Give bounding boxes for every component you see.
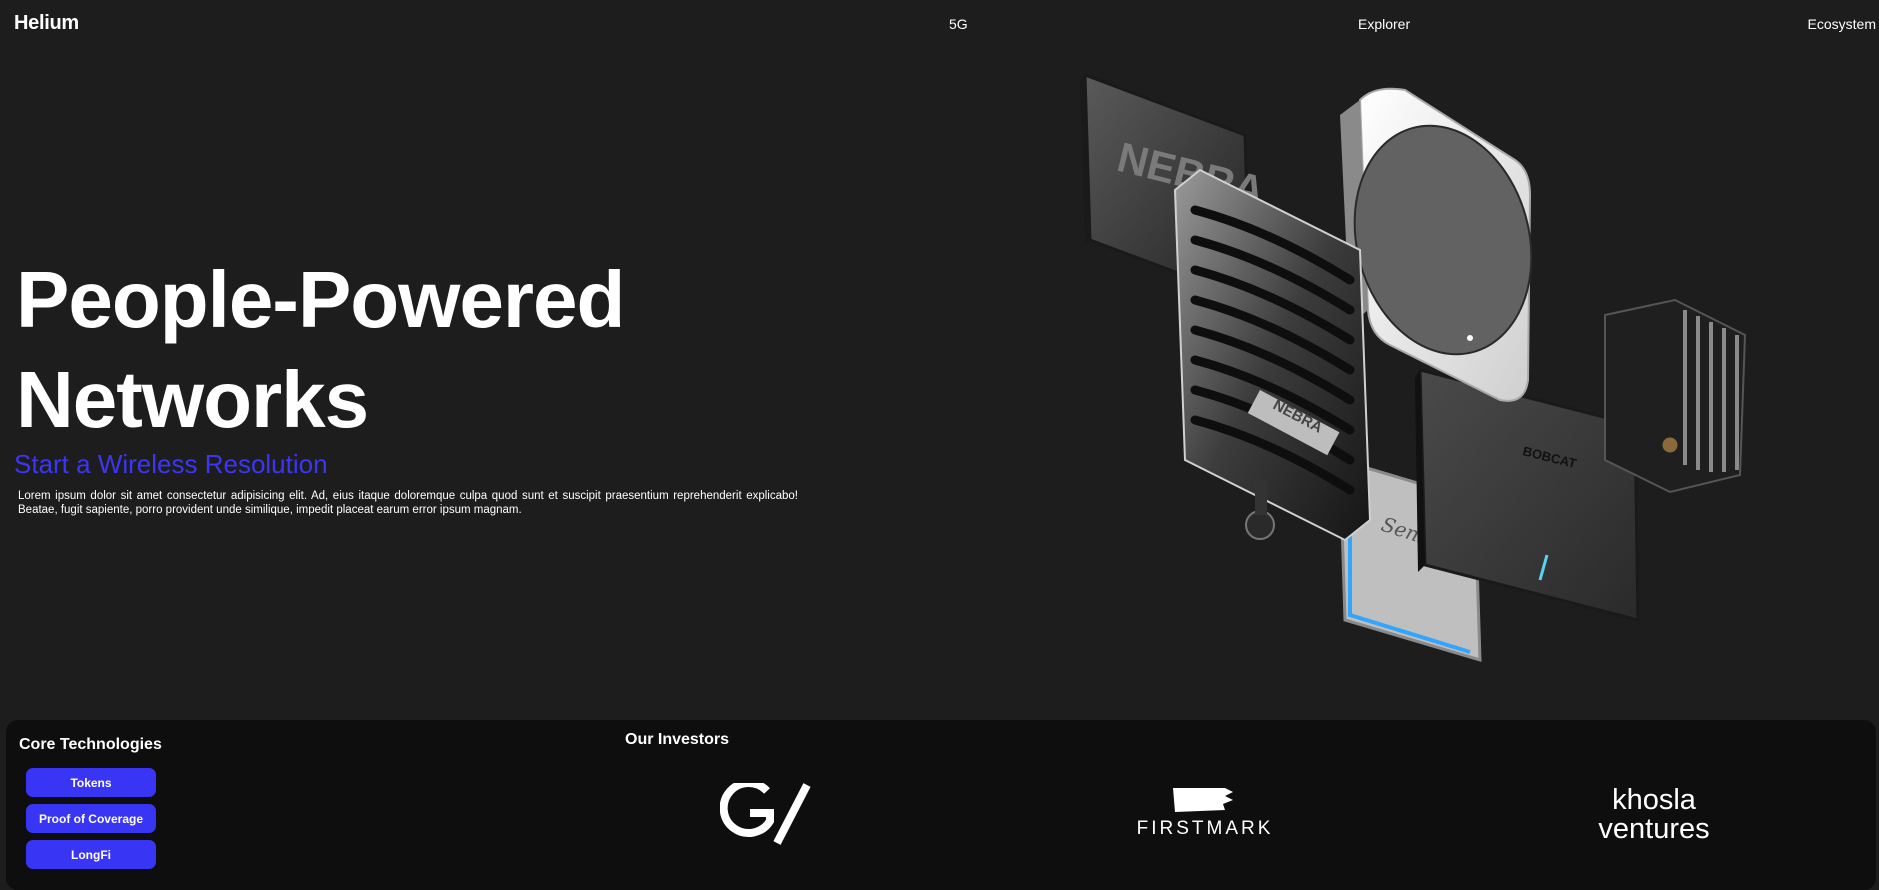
hero-title-line-1: People-Powered xyxy=(16,255,625,344)
khosla-line-2: ventures xyxy=(1598,813,1709,842)
nav-link-ecosystem[interactable]: Ecosystem xyxy=(1776,16,1876,32)
longfi-button[interactable]: LongFi xyxy=(26,840,156,869)
khosla-line-1: khosla xyxy=(1612,784,1697,816)
hero-title-line-2: Networks xyxy=(16,355,369,444)
hero-description: Lorem ipsum dolor sit amet consectetur a… xyxy=(18,490,798,516)
tokens-button[interactable]: Tokens xyxy=(26,768,156,797)
khosla-ventures-logo: khosla ventures xyxy=(1598,784,1709,842)
brand-logo[interactable]: Helium xyxy=(14,12,79,35)
investors-title: Our Investors xyxy=(625,731,730,748)
top-nav: Helium 5G Explorer Ecosystem xyxy=(0,0,1879,48)
firstmark-logo: FIRSTMARK xyxy=(1137,788,1274,839)
hero-title: People-Powered Networks xyxy=(16,250,625,450)
firstmark-text: FIRSTMARK xyxy=(1137,818,1274,839)
hero-subtitle: Start a Wireless Resolution xyxy=(14,449,328,479)
nav-link-5g[interactable]: 5G xyxy=(949,16,968,32)
heatsink-hotspot xyxy=(1604,298,1747,494)
hotspot-hardware-image: NEBRA SenseCAP BOBCAT xyxy=(1080,72,1747,663)
nebra-outdoor-hotspot: NEBRA xyxy=(1173,168,1372,542)
gv-logo xyxy=(720,783,811,845)
nav-link-explorer[interactable]: Explorer xyxy=(1358,16,1410,32)
core-technologies-title: Core Technologies xyxy=(19,736,162,753)
proof-of-coverage-button[interactable]: Proof of Coverage xyxy=(26,804,156,833)
firstmark-brush-mark xyxy=(1173,788,1233,812)
